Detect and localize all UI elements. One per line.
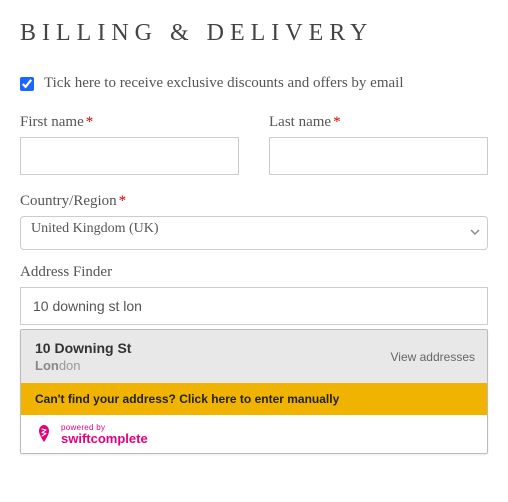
suggestion-line1: 10 Downing St (35, 340, 131, 356)
address-finder-label: Address Finder (20, 264, 488, 281)
brand-bottom-text: swiftcomplete (61, 432, 148, 445)
view-addresses-link[interactable]: View addresses (391, 350, 476, 364)
page-title: BILLING & DELIVERY (20, 20, 488, 47)
marketing-checkbox[interactable] (20, 77, 34, 91)
suggestion-line2: London (35, 358, 131, 373)
required-asterisk: * (119, 193, 127, 209)
swiftcomplete-icon (33, 423, 55, 445)
country-label: Country/Region* (20, 193, 488, 210)
address-finder-input[interactable] (20, 287, 488, 325)
address-suggestions-dropdown: 10 Downing St London View addresses Can'… (20, 329, 488, 454)
first-name-label: First name* (20, 114, 239, 131)
last-name-label: Last name* (269, 114, 488, 131)
required-asterisk: * (333, 114, 341, 130)
required-asterisk: * (86, 114, 94, 130)
enter-manually-button[interactable]: Can't find your address? Click here to e… (21, 383, 487, 415)
first-name-input[interactable] (20, 137, 239, 175)
country-select[interactable]: United Kingdom (UK) (20, 216, 488, 250)
address-suggestion[interactable]: 10 Downing St London View addresses (21, 330, 487, 383)
powered-by-row: powered by swiftcomplete (21, 415, 487, 453)
last-name-input[interactable] (269, 137, 488, 175)
marketing-label[interactable]: Tick here to receive exclusive discounts… (44, 75, 403, 92)
